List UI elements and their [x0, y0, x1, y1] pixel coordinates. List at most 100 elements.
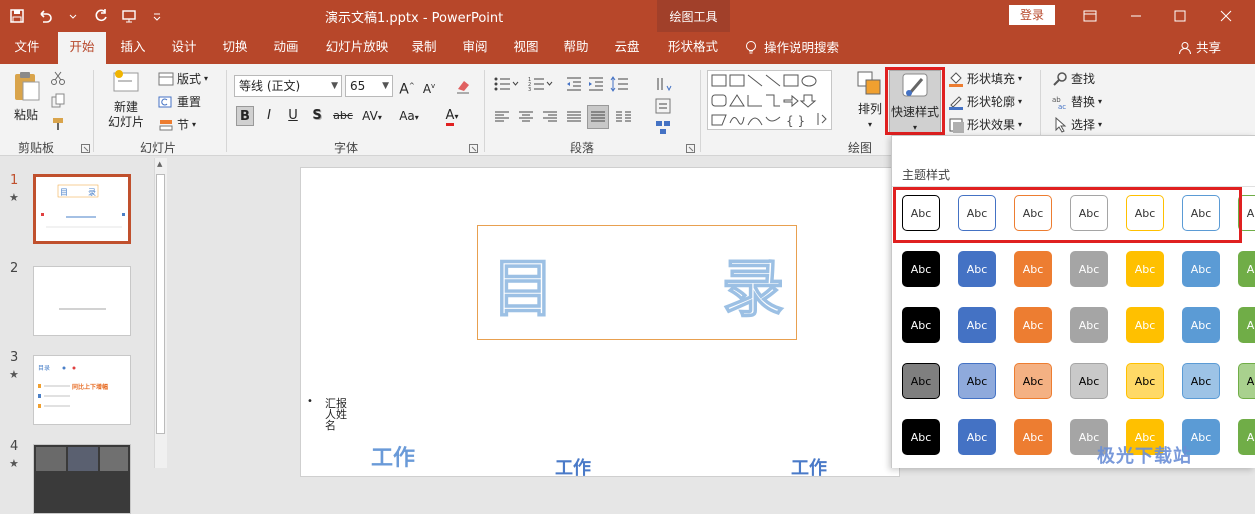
- quick-style-swatch[interactable]: Abc: [1014, 363, 1052, 399]
- shape-effects-button[interactable]: 形状效果 ▾: [948, 116, 1022, 133]
- quick-style-swatch[interactable]: Abc: [1070, 251, 1108, 287]
- quick-style-swatch[interactable]: Abc: [1182, 251, 1220, 287]
- tab-animations[interactable]: 动画: [265, 32, 307, 64]
- find-button[interactable]: 查找: [1052, 70, 1095, 87]
- bullets-icon[interactable]: [494, 76, 520, 92]
- tab-view[interactable]: 视图: [505, 32, 547, 64]
- login-button[interactable]: 登录: [1009, 5, 1055, 25]
- clear-formatting-icon[interactable]: [455, 78, 471, 94]
- select-button[interactable]: 选择 ▾: [1052, 116, 1102, 133]
- quick-style-swatch[interactable]: Abc: [958, 419, 996, 455]
- slideshow-from-start-icon[interactable]: [118, 5, 140, 27]
- work-heading-1[interactable]: 工作: [371, 440, 415, 472]
- share-button[interactable]: 共享: [1178, 32, 1230, 64]
- increase-indent-icon[interactable]: [588, 76, 604, 92]
- reset-button[interactable]: 重置: [158, 93, 201, 110]
- convert-to-smartart-icon[interactable]: [655, 120, 681, 136]
- quick-style-swatch[interactable]: Abc: [1126, 307, 1164, 343]
- cut-icon[interactable]: [50, 70, 66, 86]
- change-case-button[interactable]: Aa▾: [395, 106, 423, 126]
- redo-icon[interactable]: [90, 5, 112, 27]
- decrease-font-size-icon[interactable]: Av: [420, 76, 438, 96]
- tab-design[interactable]: 设计: [163, 32, 205, 64]
- customize-toolbar-icon[interactable]: [146, 5, 168, 27]
- quick-style-swatch[interactable]: Abc: [902, 419, 940, 455]
- tab-shape-format[interactable]: 形状格式: [660, 32, 726, 64]
- line-spacing-icon[interactable]: [610, 76, 634, 92]
- work-heading-2[interactable]: 工作: [555, 454, 591, 480]
- font-name-combo[interactable]: 等线 (正文) ▼: [234, 75, 342, 97]
- tab-cloud[interactable]: 云盘: [606, 32, 648, 64]
- replace-button[interactable]: ab ac 替换 ▾: [1052, 93, 1102, 110]
- scrollbar-thumb[interactable]: [156, 174, 165, 434]
- quick-style-swatch[interactable]: Abc: [902, 363, 940, 399]
- maximize-icon[interactable]: [1168, 4, 1192, 28]
- tab-slideshow[interactable]: 幻灯片放映: [318, 32, 396, 64]
- bold-button[interactable]: B: [236, 106, 254, 126]
- distributed-align-button[interactable]: [587, 105, 609, 129]
- shape-fill-button[interactable]: 形状填充 ▾: [948, 70, 1022, 87]
- tell-me-search[interactable]: 操作说明搜索: [744, 32, 854, 64]
- quick-style-swatch[interactable]: Abc: [958, 251, 996, 287]
- quick-style-swatch[interactable]: Abc: [958, 307, 996, 343]
- quick-style-swatch[interactable]: Abc: [1182, 307, 1220, 343]
- quick-style-swatch[interactable]: Abc: [958, 363, 996, 399]
- quick-style-swatch[interactable]: Abc: [1238, 251, 1255, 287]
- new-slide-button[interactable]: 新建 幻灯片: [100, 68, 152, 130]
- font-size-combo[interactable]: 65 ▼: [345, 75, 393, 97]
- quick-style-swatch[interactable]: Abc: [1126, 363, 1164, 399]
- tab-home[interactable]: 开始: [58, 32, 106, 64]
- character-spacing-button[interactable]: AV▾: [358, 106, 386, 126]
- work-heading-3[interactable]: 工作: [791, 454, 827, 480]
- quick-style-swatch[interactable]: Abc: [1182, 363, 1220, 399]
- strikethrough-button[interactable]: abc: [332, 106, 354, 126]
- tab-file[interactable]: 文件: [6, 32, 48, 64]
- quick-style-swatch[interactable]: Abc: [1070, 363, 1108, 399]
- quick-style-swatch[interactable]: Abc: [1126, 251, 1164, 287]
- scroll-up-arrow-icon[interactable]: ▲: [157, 160, 162, 168]
- paragraph-launcher-icon[interactable]: [686, 144, 695, 153]
- title-textbox[interactable]: 目 录: [477, 225, 797, 340]
- align-left-icon[interactable]: [494, 109, 510, 125]
- font-color-button[interactable]: A▾: [438, 106, 466, 126]
- underline-button[interactable]: U: [284, 106, 302, 126]
- tab-insert[interactable]: 插入: [112, 32, 154, 64]
- font-launcher-icon[interactable]: [469, 144, 478, 153]
- numbering-icon[interactable]: 123: [528, 76, 554, 92]
- undo-dropdown-icon[interactable]: [62, 5, 84, 27]
- shape-outline-button[interactable]: 形状轮廓 ▾: [948, 93, 1022, 110]
- quick-style-swatch[interactable]: Abc: [1070, 307, 1108, 343]
- close-icon[interactable]: [1214, 4, 1238, 28]
- quick-style-swatch[interactable]: Abc: [1238, 307, 1255, 343]
- copy-icon[interactable]: [50, 93, 66, 109]
- justify-icon[interactable]: [566, 109, 582, 125]
- shapes-gallery[interactable]: { }: [707, 70, 832, 130]
- minimize-icon[interactable]: [1124, 4, 1148, 28]
- slide-thumbnail-4[interactable]: [33, 444, 131, 514]
- quick-style-swatch[interactable]: Abc: [1238, 419, 1255, 455]
- save-icon[interactable]: [6, 5, 28, 27]
- decrease-indent-icon[interactable]: [566, 76, 582, 92]
- align-text-icon[interactable]: [655, 98, 681, 114]
- tab-review[interactable]: 审阅: [454, 32, 496, 64]
- text-shadow-button[interactable]: S: [308, 106, 326, 126]
- slide-thumbnail-3[interactable]: 目录 同比上下增幅: [33, 355, 131, 425]
- quick-style-swatch[interactable]: Abc: [1014, 251, 1052, 287]
- tab-help[interactable]: 帮助: [555, 32, 597, 64]
- align-right-icon[interactable]: [542, 109, 558, 125]
- increase-font-size-icon[interactable]: A^: [398, 76, 416, 98]
- format-painter-icon[interactable]: [50, 116, 66, 132]
- quick-style-swatch[interactable]: Abc: [1014, 419, 1052, 455]
- slide-thumbnail-1[interactable]: 目录: [33, 174, 131, 244]
- quick-style-swatch[interactable]: Abc: [1014, 307, 1052, 343]
- paste-button[interactable]: 粘贴: [8, 70, 44, 123]
- tab-record[interactable]: 录制: [403, 32, 445, 64]
- current-slide[interactable]: 目 录 • 汇报 人姓 名 工作 工作 工作: [300, 167, 900, 480]
- italic-button[interactable]: I: [260, 106, 278, 126]
- quick-style-swatch[interactable]: Abc: [1238, 363, 1255, 399]
- ribbon-display-options-icon[interactable]: [1078, 4, 1102, 28]
- columns-icon[interactable]: [615, 109, 639, 125]
- text-direction-icon[interactable]: [655, 76, 681, 92]
- quick-style-swatch[interactable]: Abc: [902, 251, 940, 287]
- undo-icon[interactable]: [34, 5, 56, 27]
